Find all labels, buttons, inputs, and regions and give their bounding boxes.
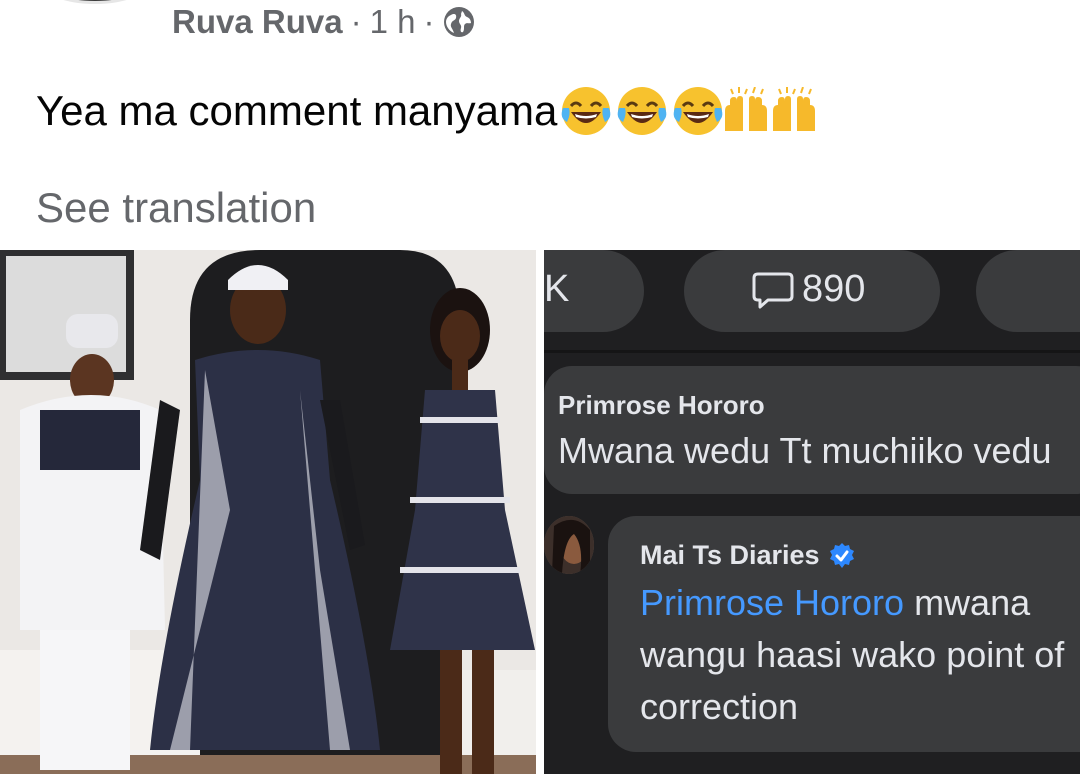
face-with-tears-of-joy-icon: [562, 87, 611, 135]
see-translation-link[interactable]: See translation: [36, 184, 316, 232]
reply-text-line: Primrose Hororo mwana: [640, 582, 1030, 624]
separator: ·: [350, 3, 362, 40]
share-pill: [976, 250, 1080, 332]
verified-badge-icon: [829, 542, 854, 568]
author-avatar[interactable]: [40, 0, 150, 4]
reply-text-line: wangu haasi wako point of: [640, 634, 1065, 675]
raising-hands-icon: [773, 87, 816, 131]
comment-bubble-icon: [752, 272, 794, 308]
post-text-content: Yea ma comment manyama: [36, 87, 558, 134]
post-text: Yea ma comment manyama: [36, 84, 821, 138]
raising-hands-icon: [725, 87, 768, 131]
reply-author: Mai Ts Diaries: [640, 540, 856, 571]
comment-author: Primrose Hororo: [558, 390, 765, 420]
reply-author-name: Mai Ts Diaries: [640, 540, 820, 570]
reply-avatar: [544, 516, 594, 574]
post-time[interactable]: 1 h: [370, 3, 416, 41]
author-name[interactable]: Ruva Ruva: [172, 3, 343, 41]
post-photo-family[interactable]: [0, 250, 536, 774]
reply-text-rest: mwana: [904, 582, 1031, 623]
comment-text: Mwana wedu Tt muchiiko vedu: [558, 430, 1052, 471]
face-with-tears-of-joy-icon: [674, 87, 723, 135]
post-photo-comment-screenshot[interactable]: K 890 Primrose Hororo Mwana wedu Tt much…: [544, 250, 1080, 774]
face-with-tears-of-joy-icon: [618, 87, 667, 135]
globe-icon: [444, 7, 475, 37]
separator: ·: [423, 3, 435, 40]
reaction-count-partial: K: [544, 268, 570, 310]
comment-count-value: 890: [802, 268, 866, 310]
reply-text-line: correction: [640, 686, 799, 727]
post-header: Ruva Ruva · 1 h ·: [172, 2, 476, 42]
mention-tag: Primrose Hororo: [640, 582, 905, 623]
comment-count: 890: [752, 268, 865, 311]
family-photo-illustration: [0, 250, 536, 774]
divider: [544, 350, 1080, 353]
